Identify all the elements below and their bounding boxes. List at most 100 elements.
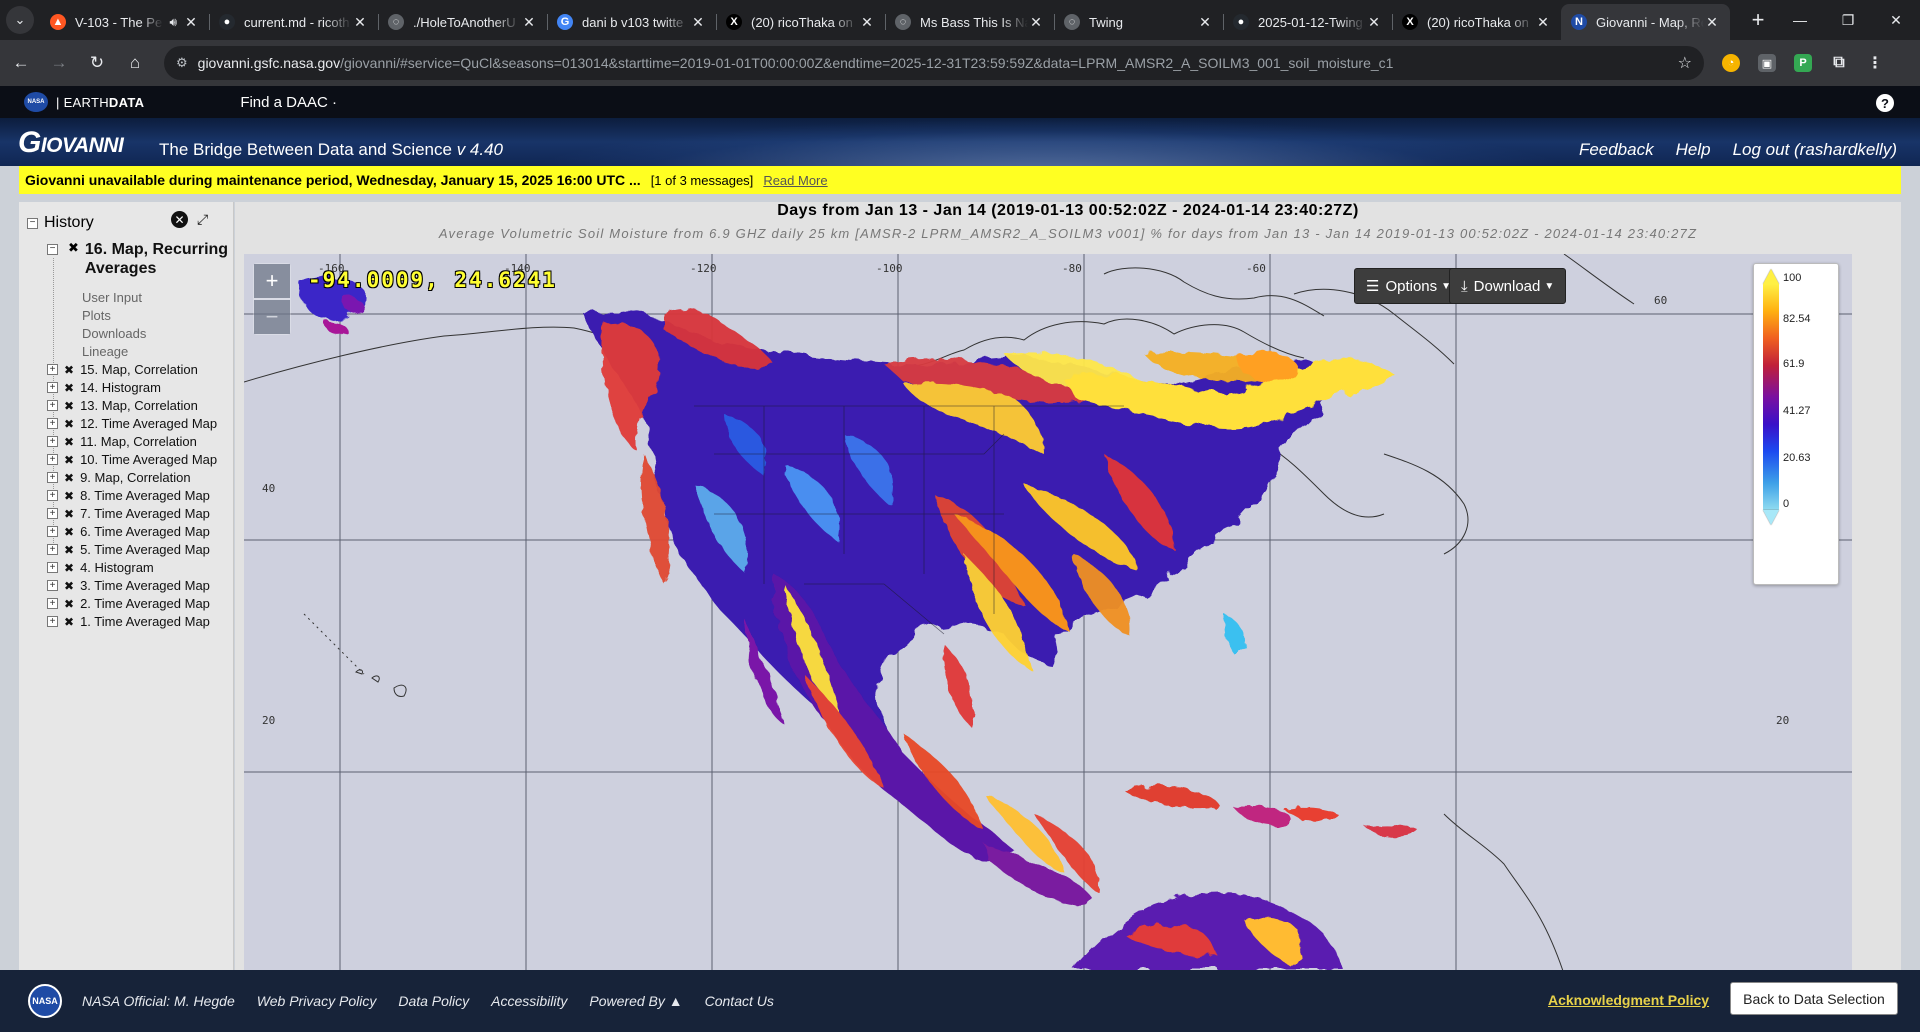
tab-close-icon[interactable]: ✕ bbox=[690, 14, 706, 31]
tab-search-button[interactable]: ⌄ bbox=[6, 6, 34, 34]
extension-icon-3[interactable]: P bbox=[1794, 54, 1812, 72]
history-subitem[interactable]: Plots bbox=[82, 308, 111, 323]
history-header[interactable]: − History bbox=[27, 214, 94, 232]
tab-close-icon[interactable]: ✕ bbox=[1366, 14, 1382, 31]
expand-plus-icon[interactable]: + bbox=[47, 382, 58, 393]
delete-icon[interactable]: ✖ bbox=[64, 489, 74, 503]
delete-icon[interactable]: ✖ bbox=[64, 561, 74, 575]
zoom-out-button[interactable]: − bbox=[254, 300, 290, 334]
history-item[interactable]: + ✖ 2. Time Averaged Map bbox=[47, 596, 210, 611]
help-link[interactable]: Help bbox=[1676, 140, 1711, 160]
delete-icon[interactable]: ✖ bbox=[64, 507, 74, 521]
history-subitem[interactable]: User Input bbox=[82, 290, 142, 305]
acknowledgment-policy-link[interactable]: Acknowledgment Policy bbox=[1548, 992, 1709, 1008]
footer-link-privacy[interactable]: Web Privacy Policy bbox=[257, 993, 377, 1009]
address-bar[interactable]: ⚙ giovanni.gsfc.nasa.gov/giovanni/#servi… bbox=[164, 46, 1704, 80]
expand-plus-icon[interactable]: + bbox=[47, 364, 58, 375]
forward-arrow-icon[interactable]: → bbox=[42, 46, 76, 80]
browser-tab[interactable]: X (20) ricoThaka on ✕ bbox=[1392, 4, 1561, 40]
new-tab-button[interactable]: + bbox=[1744, 7, 1772, 33]
history-item[interactable]: + ✖ 7. Time Averaged Map bbox=[47, 506, 210, 521]
read-more-link[interactable]: Read More bbox=[763, 173, 827, 188]
browser-tab[interactable]: ▲ V-103 - The Pe 🔊︎ ✕ bbox=[40, 4, 209, 40]
expand-plus-icon[interactable]: + bbox=[47, 598, 58, 609]
bookmark-star-icon[interactable]: ☆ bbox=[1678, 53, 1692, 73]
delete-icon[interactable]: ✖ bbox=[64, 417, 74, 431]
tab-close-icon[interactable]: ✕ bbox=[521, 14, 537, 31]
url-text[interactable]: giovanni.gsfc.nasa.gov/giovanni/#service… bbox=[198, 55, 1678, 71]
extension-icon-1[interactable]: ◔ bbox=[1722, 54, 1740, 72]
expand-icon[interactable]: ⤢ bbox=[197, 211, 208, 228]
giovanni-logo[interactable]: Giovanni bbox=[18, 126, 124, 160]
site-info-icon[interactable]: ⚙ bbox=[176, 55, 188, 71]
tab-audio-icon[interactable]: 🔊︎ bbox=[169, 15, 177, 30]
expand-plus-icon[interactable]: + bbox=[47, 526, 58, 537]
browser-tab[interactable]: Gdani b v103 twitte ✕ bbox=[547, 4, 716, 40]
delete-icon[interactable]: ✖ bbox=[64, 381, 74, 395]
back-arrow-icon[interactable]: ← bbox=[4, 46, 38, 80]
expand-plus-icon[interactable]: + bbox=[47, 454, 58, 465]
history-item[interactable]: + ✖ 4. Histogram bbox=[47, 560, 154, 575]
logout-link[interactable]: Log out (rashardkelly) bbox=[1733, 140, 1897, 160]
collapse-icon[interactable]: − bbox=[27, 217, 38, 229]
delete-icon[interactable]: ✖ bbox=[64, 363, 74, 377]
delete-icon[interactable]: ✖ bbox=[64, 543, 74, 557]
delete-icon[interactable]: ✖ bbox=[64, 435, 74, 449]
tab-close-icon[interactable]: ✕ bbox=[859, 14, 875, 31]
download-button[interactable]: ⤓ Download ▼ bbox=[1449, 268, 1567, 304]
history-item[interactable]: + ✖ 14. Histogram bbox=[47, 380, 161, 395]
delete-icon[interactable]: ✖ bbox=[64, 471, 74, 485]
earthdata-brand[interactable]: | EARTHDATA bbox=[56, 95, 144, 110]
delete-icon[interactable]: ✖ bbox=[64, 399, 74, 413]
history-item[interactable]: + ✖ 8. Time Averaged Map bbox=[47, 488, 210, 503]
expand-plus-icon[interactable]: + bbox=[47, 418, 58, 429]
back-to-data-selection-button[interactable]: Back to Data Selection bbox=[1730, 982, 1898, 1015]
restore-icon[interactable]: ❐ bbox=[1824, 0, 1872, 40]
help-icon[interactable]: ? bbox=[1876, 94, 1894, 112]
extension-icon-2[interactable]: ▣ bbox=[1758, 54, 1776, 72]
expand-plus-icon[interactable]: + bbox=[47, 544, 58, 555]
footer-link-contact[interactable]: Contact Us bbox=[705, 993, 774, 1009]
history-item[interactable]: + ✖ 12. Time Averaged Map bbox=[47, 416, 217, 431]
browser-tab[interactable]: ● current.md - ricoth ✕ bbox=[209, 4, 378, 40]
history-item[interactable]: + ✖ 11. Map, Correlation bbox=[47, 434, 197, 449]
history-item[interactable]: + ✖ 5. Time Averaged Map bbox=[47, 542, 210, 557]
browser-tab[interactable]: ◌ ./HoleToAnotherU ✕ bbox=[378, 4, 547, 40]
footer-link-powered-by[interactable]: Powered By ▲ bbox=[589, 993, 682, 1009]
tab-close-icon[interactable]: ✕ bbox=[1197, 14, 1213, 31]
delete-icon[interactable]: ✖ bbox=[64, 525, 74, 539]
clear-history-icon[interactable]: ✕ bbox=[171, 211, 188, 228]
history-item[interactable]: + ✖ 3. Time Averaged Map bbox=[47, 578, 210, 593]
browser-tab[interactable]: ◌ Twing ✕ bbox=[1054, 4, 1223, 40]
soil-moisture-map[interactable]: -160 -140 -120 -100 -80 -60 60 40 20 20 bbox=[244, 254, 1852, 970]
footer-link-accessibility[interactable]: Accessibility bbox=[491, 993, 567, 1009]
nasa-logo-icon[interactable]: NASA bbox=[28, 984, 62, 1018]
browser-tab[interactable]: ● 2025-01-12-Twing ✕ bbox=[1223, 4, 1392, 40]
tab-close-icon[interactable]: ✕ bbox=[352, 14, 368, 31]
browser-tab[interactable]: ◌ Ms Bass This Is Na ✕ bbox=[885, 4, 1054, 40]
delete-icon[interactable]: ✖ bbox=[64, 615, 74, 629]
expand-plus-icon[interactable]: + bbox=[47, 562, 58, 573]
delete-icon[interactable]: ✖ bbox=[68, 240, 79, 256]
delete-icon[interactable]: ✖ bbox=[64, 579, 74, 593]
expand-plus-icon[interactable]: + bbox=[47, 472, 58, 483]
map-viewer[interactable]: -160 -140 -120 -100 -80 -60 60 40 20 20 … bbox=[244, 254, 1852, 970]
history-item[interactable]: + ✖ 1. Time Averaged Map bbox=[47, 614, 210, 629]
history-subitem[interactable]: Downloads bbox=[82, 326, 146, 341]
nasa-logo-icon[interactable]: NASA bbox=[24, 92, 48, 112]
zoom-in-button[interactable]: + bbox=[254, 264, 290, 298]
find-daac-link[interactable]: Find a DAAC · bbox=[240, 94, 337, 111]
delete-icon[interactable]: ✖ bbox=[64, 597, 74, 611]
history-item[interactable]: + ✖ 9. Map, Correlation bbox=[47, 470, 191, 485]
tab-close-icon[interactable]: ✕ bbox=[1704, 14, 1720, 31]
reload-icon[interactable]: ↻ bbox=[80, 46, 114, 80]
browser-tab[interactable]: X (20) ricoThaka on ✕ bbox=[716, 4, 885, 40]
minimize-icon[interactable]: — bbox=[1776, 0, 1824, 40]
close-window-icon[interactable]: ✕ bbox=[1872, 0, 1920, 40]
history-subitem[interactable]: Lineage bbox=[82, 344, 128, 359]
feedback-link[interactable]: Feedback bbox=[1579, 140, 1654, 160]
history-item[interactable]: + ✖ 15. Map, Correlation bbox=[47, 362, 198, 377]
history-item[interactable]: + ✖ 13. Map, Correlation bbox=[47, 398, 198, 413]
expand-plus-icon[interactable]: + bbox=[47, 490, 58, 501]
home-icon[interactable]: ⌂ bbox=[118, 46, 152, 80]
